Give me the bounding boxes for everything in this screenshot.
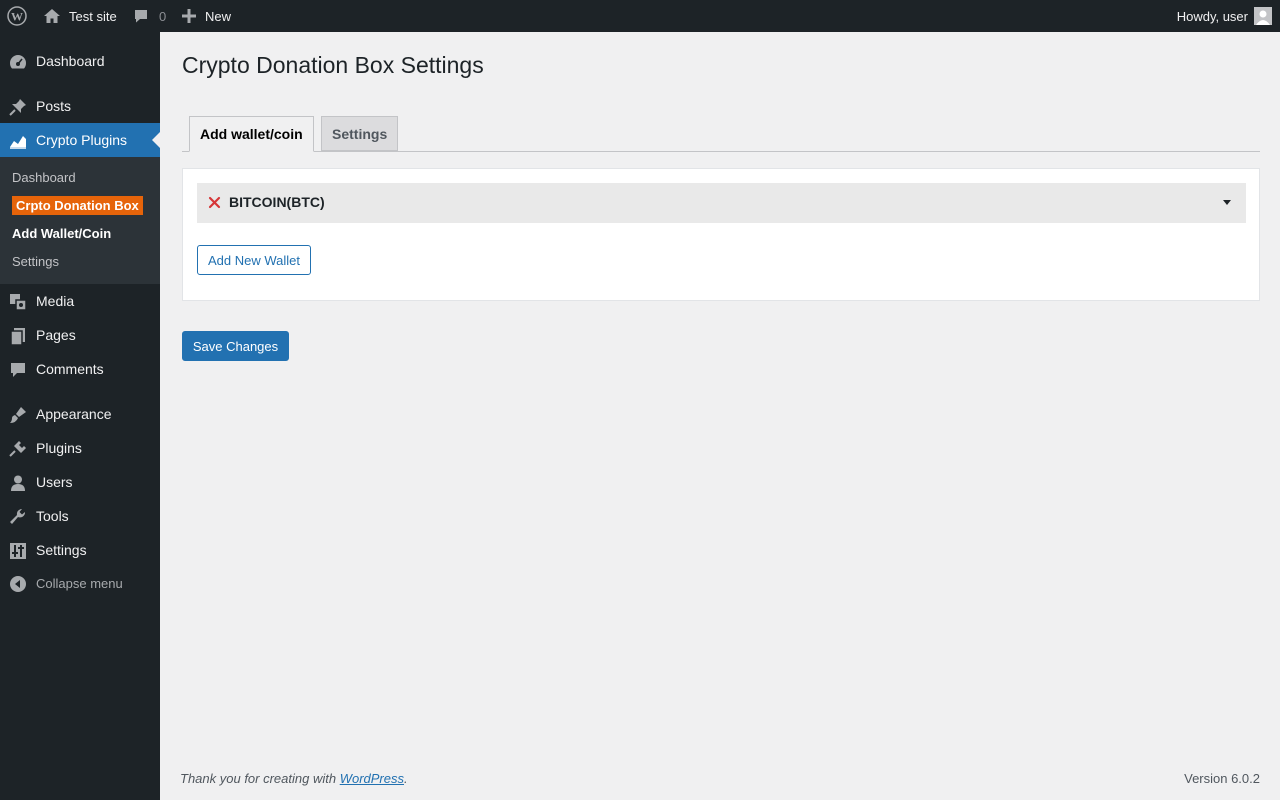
pages-icon [8, 326, 28, 346]
account-menu[interactable]: Howdy, user [1177, 0, 1272, 32]
sidebar-item-appearance[interactable]: Appearance [0, 397, 160, 431]
brush-icon [8, 405, 28, 425]
plug-icon [8, 439, 28, 459]
admin-sidebar: Dashboard Posts Crypto Plugins Dashboard… [0, 32, 160, 800]
tab-divider [182, 151, 1260, 152]
user-icon [8, 473, 28, 493]
submenu-item-donation-box[interactable]: Crpto Donation Box [12, 196, 143, 215]
collapse-arrow-icon [8, 574, 28, 594]
sidebar-item-posts[interactable]: Posts [0, 89, 160, 123]
tab-add-wallet[interactable]: Add wallet/coin [189, 116, 314, 152]
crypto-plugins-submenu: Dashboard Crpto Donation Box Add Wallet/… [0, 157, 160, 284]
sidebar-item-crypto-plugins[interactable]: Crypto Plugins [0, 123, 160, 157]
wrench-icon [8, 507, 28, 527]
media-icon [8, 292, 28, 312]
sidebar-item-pages[interactable]: Pages [0, 318, 160, 352]
remove-icon[interactable] [208, 196, 221, 209]
comment-icon [8, 360, 28, 380]
submenu-item-dashboard[interactable]: Dashboard [12, 170, 76, 185]
collapse-menu-button[interactable]: Collapse menu [0, 566, 160, 600]
wallet-panel: BITCOIN(BTC) Add New Wallet [182, 168, 1260, 301]
sidebar-item-settings[interactable]: Settings [0, 533, 160, 567]
admin-bar: W Test site 0 New Howdy, user [0, 0, 1280, 32]
sidebar-item-users[interactable]: Users [0, 465, 160, 499]
sidebar-item-media[interactable]: Media [0, 284, 160, 318]
pin-icon [8, 97, 28, 117]
submenu-item-add-wallet[interactable]: Add Wallet/Coin [12, 226, 111, 241]
tab-settings[interactable]: Settings [321, 116, 398, 151]
wordpress-logo-icon[interactable]: W [7, 0, 27, 32]
sidebar-item-plugins[interactable]: Plugins [0, 431, 160, 465]
wordpress-link[interactable]: WordPress [340, 771, 404, 786]
howdy-text: Howdy, user [1176, 8, 1248, 24]
wallet-name: BITCOIN(BTC) [229, 194, 325, 210]
home-icon [44, 9, 60, 23]
sidebar-item-dashboard[interactable]: Dashboard [0, 44, 160, 78]
footer-version: Version 6.0.2 [1184, 771, 1260, 786]
plus-icon [182, 9, 196, 23]
wallet-accordion-header[interactable]: BITCOIN(BTC) [197, 183, 1246, 223]
sliders-icon [8, 541, 28, 561]
chart-icon [8, 131, 28, 151]
site-name-link[interactable]: Test site [43, 0, 117, 32]
new-content-link[interactable]: New [182, 0, 231, 32]
dashboard-icon [8, 52, 28, 72]
sidebar-item-tools[interactable]: Tools [0, 499, 160, 533]
new-label: New [205, 8, 232, 24]
caret-down-icon[interactable] [1223, 200, 1231, 205]
avatar [1254, 7, 1272, 25]
sidebar-item-comments[interactable]: Comments [0, 352, 160, 386]
footer-thanks: Thank you for creating with WordPress. [180, 771, 408, 786]
submenu-item-settings[interactable]: Settings [12, 254, 59, 269]
comments-count: 0 [159, 8, 167, 24]
svg-text:W: W [11, 10, 23, 24]
save-changes-button[interactable]: Save Changes [182, 331, 289, 361]
comment-icon [135, 10, 147, 23]
add-new-wallet-button[interactable]: Add New Wallet [197, 245, 311, 275]
site-name: Test site [69, 8, 117, 24]
page-title: Crypto Donation Box Settings [182, 52, 484, 78]
comments-link[interactable]: 0 [133, 0, 166, 32]
